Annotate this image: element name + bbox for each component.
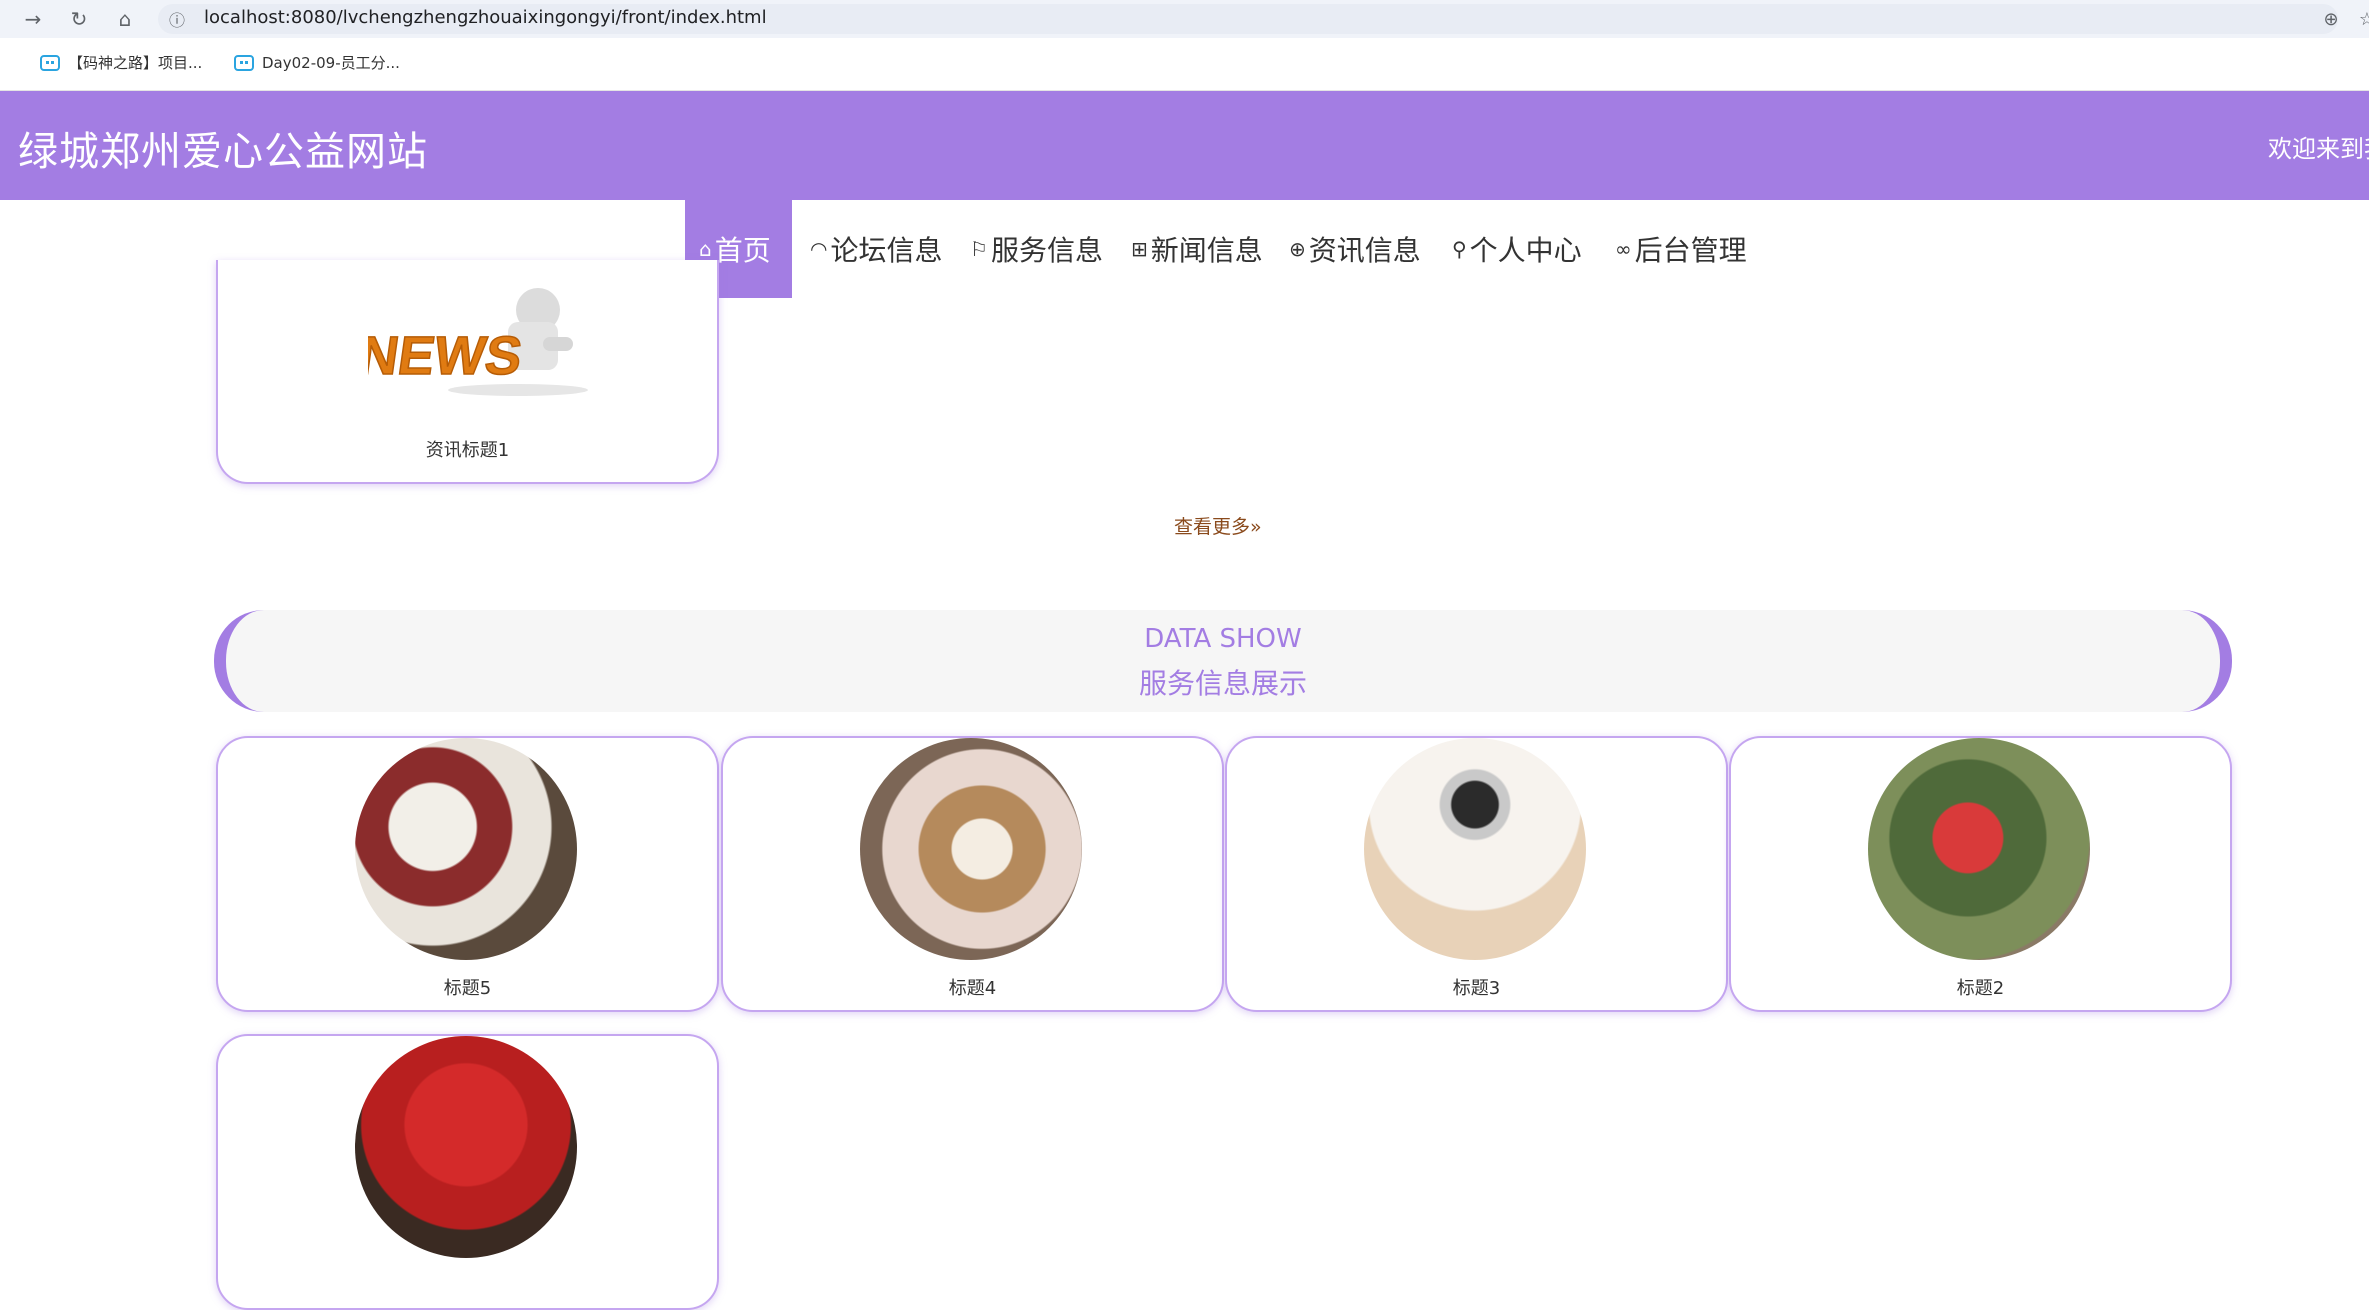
site-header: 绿城郑州爱心公益网站 欢迎来到我 bbox=[0, 91, 2369, 200]
service-card[interactable]: 标题3 bbox=[1225, 736, 1728, 1012]
nav-label: 个人中心 bbox=[1469, 234, 1582, 267]
url-text[interactable]: localhost:8080/lvchengzhengzhouaixingong… bbox=[204, 7, 767, 28]
nav-label: 新闻信息 bbox=[1150, 234, 1263, 267]
service-section-header: DATA SHOW 服务信息展示 bbox=[214, 610, 2232, 712]
bookmark-label: Day02-09-员工分... bbox=[262, 54, 400, 72]
news-image: NEWS bbox=[368, 288, 588, 396]
bookmark-star-icon[interactable]: ☆ bbox=[2352, 4, 2369, 34]
nav-label: 论坛信息 bbox=[830, 234, 943, 267]
nav-label: 后台管理 bbox=[1634, 234, 1747, 267]
service-image bbox=[1868, 738, 2090, 960]
welcome-text: 欢迎来到我 bbox=[2268, 135, 2369, 163]
service-image bbox=[355, 1036, 577, 1258]
service-image bbox=[860, 738, 1082, 960]
gift-icon: ⊞ bbox=[1131, 237, 1148, 261]
section-title-en: DATA SHOW bbox=[1144, 624, 1302, 654]
dashboard-icon: ◠ bbox=[810, 237, 828, 261]
service-image bbox=[355, 738, 577, 960]
browser-toolbar: → ↻ ⌂ ⓘ localhost:8080/lvchengzhengzhoua… bbox=[0, 0, 2369, 38]
service-card[interactable]: 标题4 bbox=[721, 736, 1224, 1012]
bookmark-item[interactable]: 【码神之路】项目... bbox=[40, 52, 202, 73]
site-title: 绿城郑州爱心公益网站 bbox=[18, 129, 428, 175]
news-card[interactable]: NEWS 资讯标题1 bbox=[216, 260, 719, 484]
nav-forum[interactable]: ◠ 论坛信息 bbox=[810, 200, 942, 298]
reload-icon[interactable]: ↻ bbox=[64, 4, 94, 34]
nav-label: 资讯信息 bbox=[1308, 234, 1421, 267]
news-card-title: 资讯标题1 bbox=[425, 440, 510, 461]
nav-admin[interactable]: ∞ 后台管理 bbox=[1615, 200, 1747, 298]
nav-service[interactable]: ⚐ 服务信息 bbox=[970, 200, 1103, 298]
globe-icon: ⊕ bbox=[1289, 237, 1306, 261]
nav-label: 服务信息 bbox=[990, 234, 1103, 267]
service-card-title: 标题2 bbox=[1956, 978, 2005, 999]
service-card[interactable] bbox=[216, 1034, 719, 1310]
home-icon[interactable]: ⌂ bbox=[110, 4, 140, 34]
nav-info[interactable]: ⊕ 资讯信息 bbox=[1289, 200, 1421, 298]
service-card-title: 标题4 bbox=[948, 978, 997, 999]
service-card-title: 标题5 bbox=[443, 978, 492, 999]
section-title-cn: 服务信息展示 bbox=[1138, 667, 1307, 700]
home-icon: ⌂ bbox=[699, 237, 712, 261]
service-card-title: 标题3 bbox=[1452, 978, 1501, 999]
bookmark-item[interactable]: Day02-09-员工分... bbox=[234, 52, 400, 73]
service-image bbox=[1364, 738, 1586, 960]
service-card[interactable]: 标题2 bbox=[1729, 736, 2232, 1012]
zoom-icon[interactable]: ⊕ bbox=[2316, 4, 2346, 34]
bilibili-icon bbox=[40, 54, 60, 71]
bookmark-label: 【码神之路】项目... bbox=[68, 54, 203, 72]
user-icon: ⚲ bbox=[1452, 237, 1467, 261]
nav-news[interactable]: ⊞ 新闻信息 bbox=[1131, 200, 1263, 298]
forward-icon[interactable]: → bbox=[18, 4, 48, 34]
site-info-icon[interactable]: ⓘ bbox=[162, 4, 192, 34]
link-icon: ∞ bbox=[1615, 237, 1632, 261]
flag-icon: ⚐ bbox=[970, 237, 988, 261]
view-more-link[interactable]: 查看更多» bbox=[1174, 512, 1262, 539]
bilibili-icon bbox=[234, 54, 254, 71]
service-card[interactable]: 标题5 bbox=[216, 736, 719, 1012]
nav-personal[interactable]: ⚲ 个人中心 bbox=[1452, 200, 1582, 298]
nav-label: 首页 bbox=[714, 234, 771, 267]
news-image-text: NEWS bbox=[368, 326, 526, 386]
bookmarks-bar: 【码神之路】项目... Day02-09-员工分... bbox=[0, 38, 2369, 91]
